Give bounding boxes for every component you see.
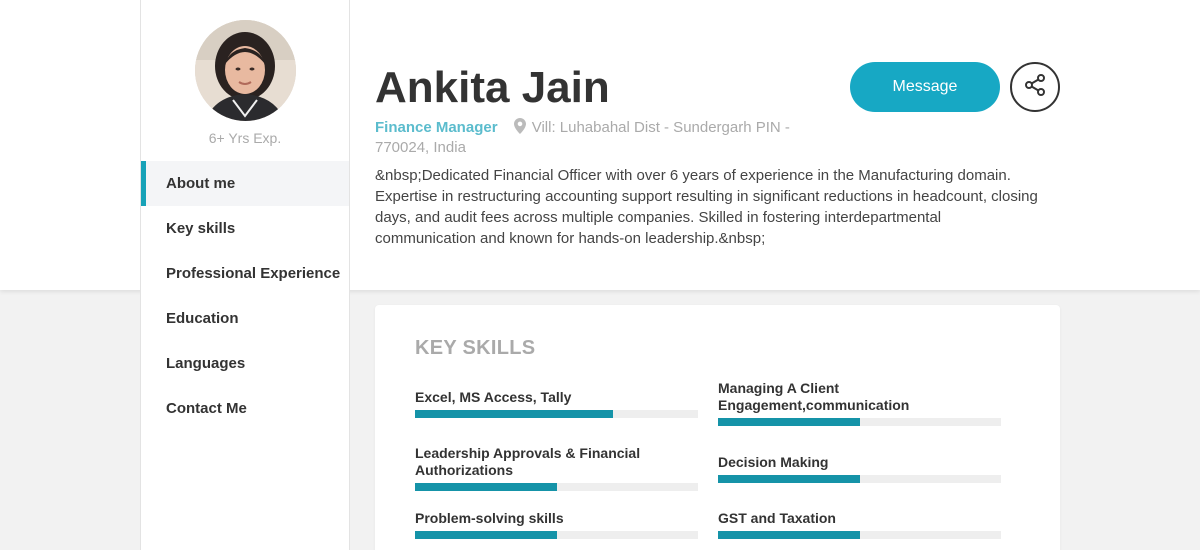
skill-label: GST and Taxation [718,510,836,526]
share-button[interactable] [1010,62,1060,112]
profile-bio: &nbsp;Dedicated Financial Officer with o… [375,167,1038,247]
key-skills-card: KEY SKILLS Excel, MS Access, Tally Manag… [375,305,1060,550]
skill-label: Leadership Approvals & Financial Authori… [415,445,641,478]
skill-label: Managing A Client Engagement,communicati… [718,380,910,413]
skill-bar [415,410,698,418]
skill-item: Leadership Approvals & Financial Authori… [415,445,698,491]
key-skills-heading: KEY SKILLS [415,337,536,359]
experience-label: 6+ Yrs Exp. [208,130,282,146]
sidebar-item-professional-experience[interactable]: Professional Experience [141,251,349,296]
skill-label: Problem-solving skills [415,510,564,526]
skill-bar-fill [415,531,557,539]
skill-bar [718,475,1001,483]
skill-label: Excel, MS Access, Tally [415,389,572,405]
skill-bar-fill [415,483,557,491]
message-button[interactable]: Message [850,62,1000,112]
skill-label: Decision Making [718,454,829,470]
skill-item: Decision Making [718,454,1001,483]
sidebar: 6+ Yrs Exp. About me Key skills Professi… [140,0,350,550]
skill-item: GST and Taxation [718,510,1001,539]
skill-item: Problem-solving skills [415,510,698,539]
skill-bar-fill [718,475,860,483]
job-title: Finance Manager [375,119,498,136]
skill-item: Managing A Client Engagement,communicati… [718,380,1001,426]
sidebar-item-languages[interactable]: Languages [141,341,349,386]
skill-bar-fill [415,410,614,418]
sidebar-nav: About me Key skills Professional Experie… [141,161,349,431]
share-icon [1023,73,1047,102]
skill-bar-fill [718,531,860,539]
sidebar-item-key-skills[interactable]: Key skills [141,206,349,251]
skill-item: Excel, MS Access, Tally [415,389,698,418]
sidebar-item-about-me[interactable]: About me [141,161,349,206]
skill-bar [415,531,698,539]
skill-bar-fill [718,418,860,426]
profile-meta: Finance Manager Vill: Luhabahal Dist - S… [375,118,845,157]
sidebar-item-education[interactable]: Education [141,296,349,341]
location-pin-icon [513,118,526,139]
skill-bar [718,418,1001,426]
skill-bar [718,531,1001,539]
avatar [195,20,296,121]
sidebar-item-contact-me[interactable]: Contact Me [141,386,349,431]
skill-bar [415,483,698,491]
